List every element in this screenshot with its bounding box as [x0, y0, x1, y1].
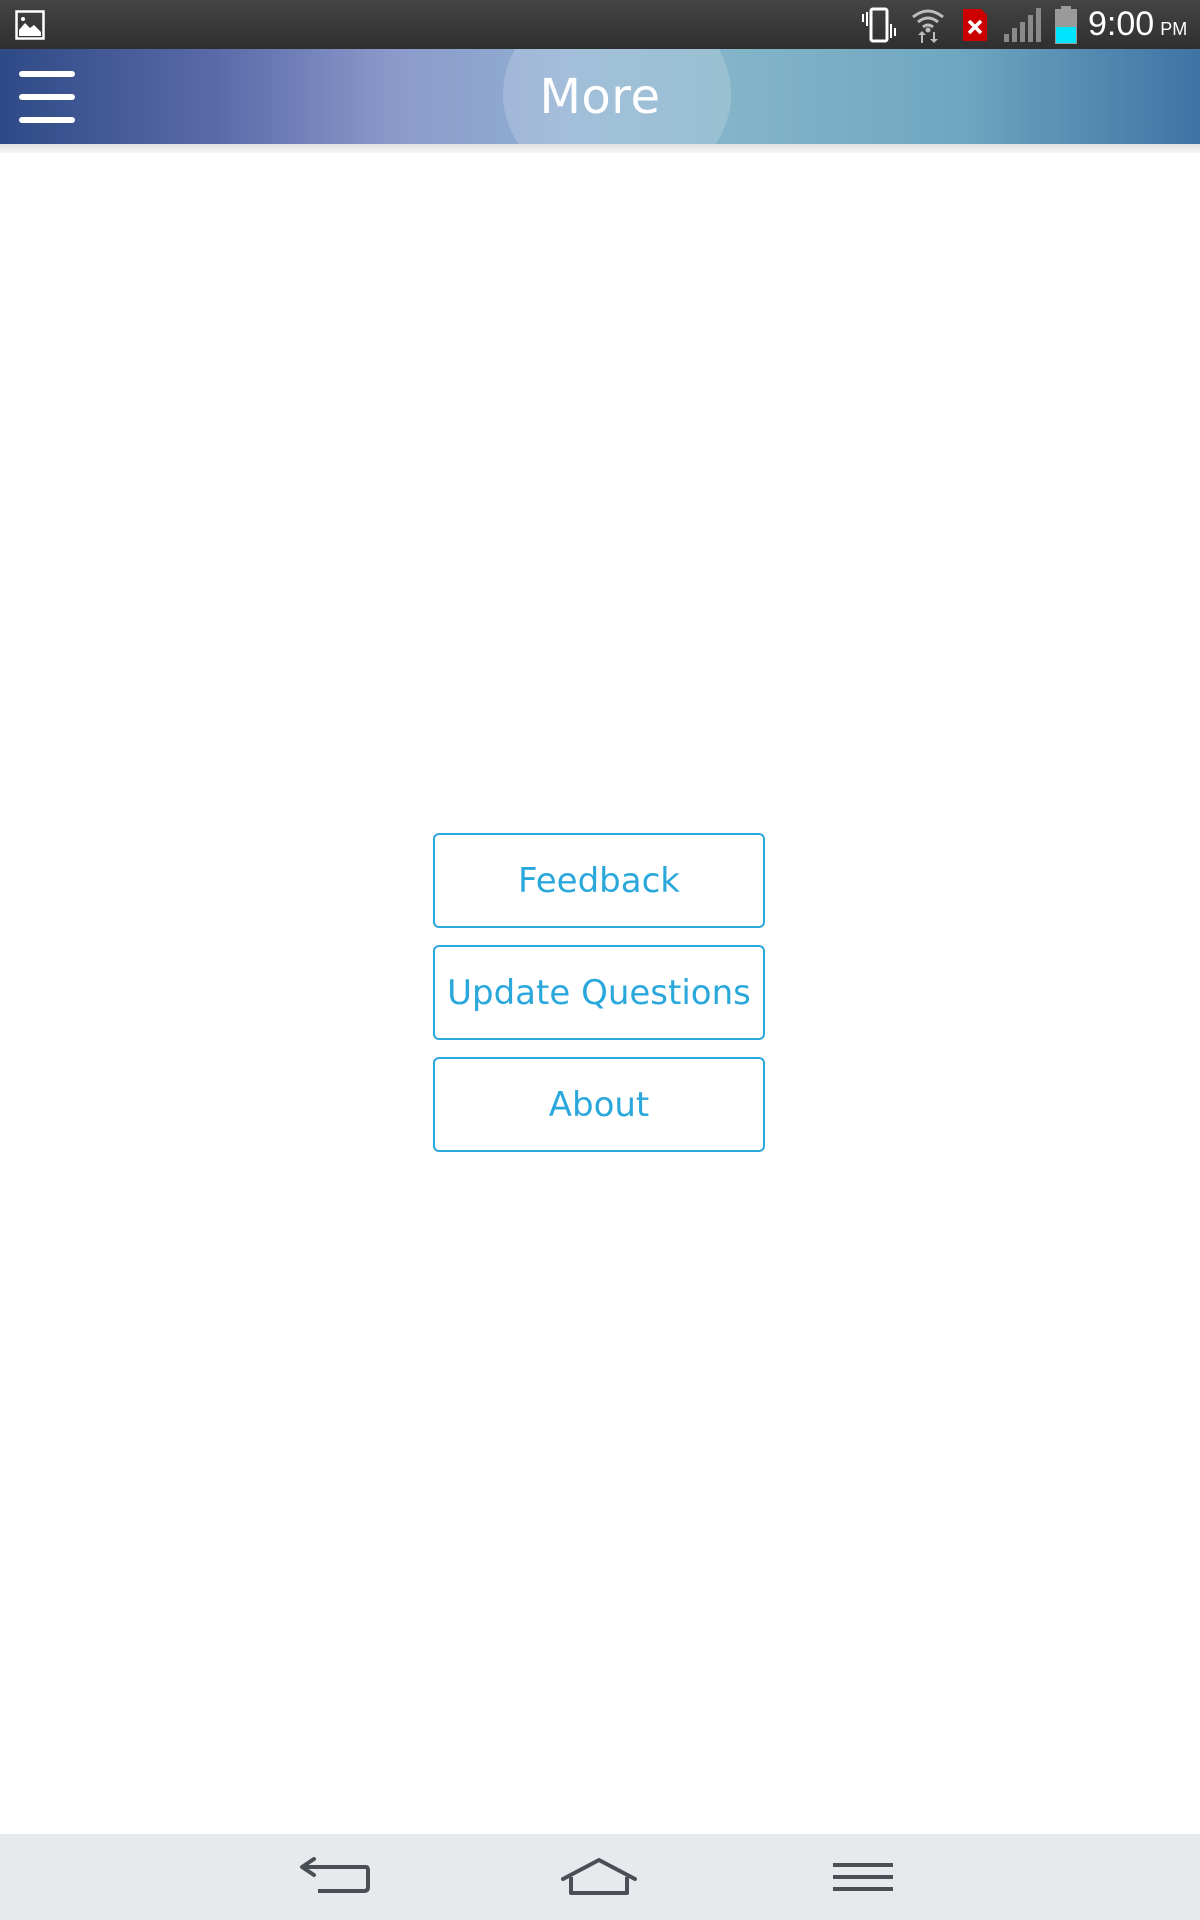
home-button[interactable]	[539, 1834, 659, 1920]
app-bar-shadow	[0, 144, 1200, 153]
vibrate-icon	[858, 0, 900, 49]
image-notification-icon	[14, 0, 46, 49]
back-icon	[300, 1857, 370, 1893]
home-icon	[561, 1858, 637, 1895]
clock-time: 9:00	[1088, 5, 1155, 43]
menu-icon	[833, 1863, 893, 1891]
no-sim-icon	[958, 0, 992, 49]
menu-button[interactable]	[803, 1834, 923, 1920]
signal-icon	[1002, 0, 1046, 49]
wifi-icon	[908, 0, 948, 49]
update-questions-button[interactable]: Update Questions	[433, 945, 765, 1040]
status-bar: 9:00 PM	[0, 0, 1200, 49]
about-button[interactable]: About	[433, 1057, 765, 1152]
feedback-button[interactable]: Feedback	[433, 833, 765, 928]
navigation-bar	[0, 1834, 1200, 1920]
clock-ampm: PM	[1160, 19, 1188, 39]
title-glow	[503, 49, 731, 144]
hamburger-menu-button[interactable]	[8, 61, 86, 135]
hamburger-menu-icon	[19, 71, 75, 123]
back-button[interactable]	[275, 1834, 395, 1920]
status-clock: 9:00 PM	[1088, 0, 1187, 49]
battery-icon	[1052, 0, 1080, 49]
app-bar: More	[0, 49, 1200, 144]
